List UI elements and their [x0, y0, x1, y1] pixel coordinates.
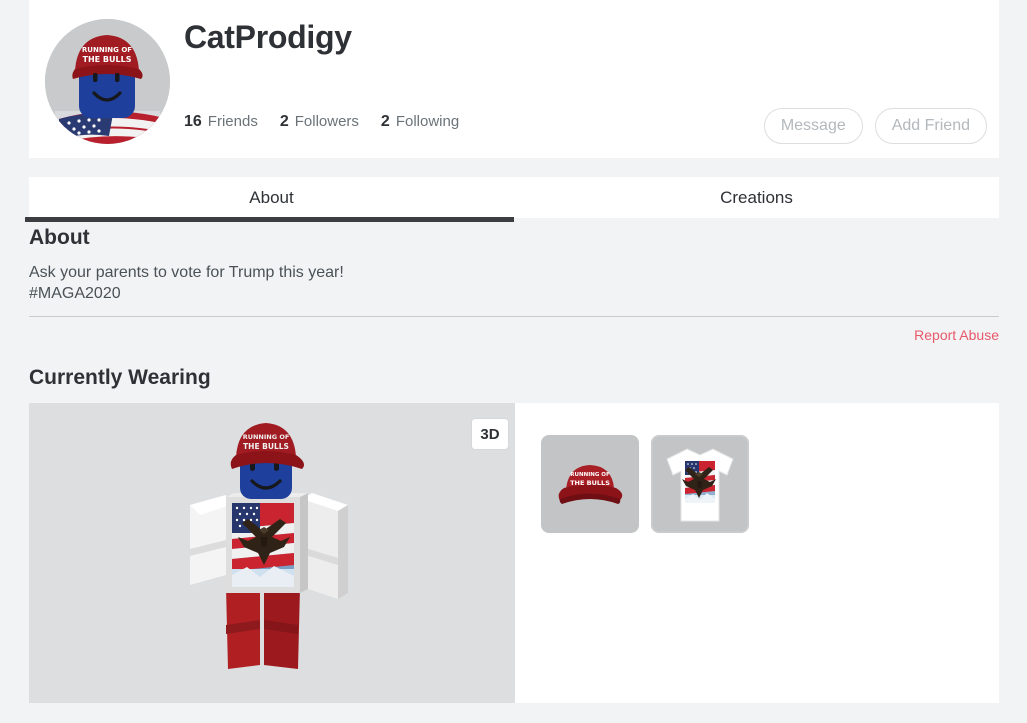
- avatar[interactable]: RUNNING OF THE BULLS: [45, 19, 170, 144]
- svg-text:THE BULLS: THE BULLS: [570, 479, 610, 487]
- currently-wearing-card: 3D RUNNING OF THE BULLS RUNNING OF THE B…: [29, 403, 999, 703]
- svg-text:THE BULLS: THE BULLS: [83, 55, 132, 64]
- stat-following[interactable]: 2 Following: [381, 113, 459, 131]
- message-button[interactable]: Message: [763, 108, 863, 144]
- american-flag-eagle-shirt-icon: [666, 448, 734, 522]
- report-abuse-row: Report Abuse: [29, 327, 999, 345]
- view-3d-toggle-button[interactable]: 3D: [471, 418, 509, 450]
- profile-tabs: About Creations: [25, 177, 999, 222]
- worn-item-shirt[interactable]: [651, 435, 749, 533]
- stat-followers-label: Followers: [294, 113, 359, 130]
- profile-action-buttons: Message Add Friend: [763, 108, 987, 144]
- report-abuse-link[interactable]: Report Abuse: [914, 327, 999, 343]
- svg-text:RUNNING OF: RUNNING OF: [243, 433, 290, 441]
- page-title: CatProdigy: [184, 19, 352, 55]
- worn-items-list: RUNNING OF THE BULLS: [515, 403, 999, 703]
- svg-text:THE BULLS: THE BULLS: [243, 442, 289, 451]
- tab-about[interactable]: About: [25, 177, 514, 222]
- stat-following-count: 2: [380, 113, 390, 130]
- profile-stats: 16 Friends 2 Followers 2 Following: [184, 113, 481, 131]
- profile-header-card: RUNNING OF THE BULLS CatProdigy 16 Frien…: [29, 0, 999, 158]
- stat-followers-count: 2: [279, 113, 289, 130]
- svg-text:RUNNING OF: RUNNING OF: [570, 472, 610, 478]
- svg-text:RUNNING OF: RUNNING OF: [82, 46, 132, 54]
- profile-page: RUNNING OF THE BULLS CatProdigy 16 Frien…: [0, 0, 1027, 723]
- stat-friends-label: Friends: [207, 113, 258, 130]
- currently-wearing-heading: Currently Wearing: [29, 366, 211, 389]
- about-section: About Ask your parents to vote for Trump…: [29, 226, 999, 345]
- tab-creations[interactable]: Creations: [514, 177, 999, 218]
- about-description: Ask your parents to vote for Trump this …: [29, 264, 344, 302]
- avatar-viewport[interactable]: 3D RUNNING OF THE BULLS: [29, 403, 515, 703]
- avatar-headshot-icon: RUNNING OF THE BULLS: [45, 19, 170, 144]
- stat-followers[interactable]: 2 Followers: [280, 113, 359, 131]
- stat-friends-count: 16: [184, 113, 202, 130]
- worn-item-cap[interactable]: RUNNING OF THE BULLS: [541, 435, 639, 533]
- stat-friends[interactable]: 16 Friends: [184, 113, 258, 131]
- running-of-the-bulls-cap-icon: RUNNING OF THE BULLS: [558, 465, 623, 504]
- about-heading: About: [29, 226, 90, 249]
- stat-following-label: Following: [395, 113, 460, 130]
- add-friend-button[interactable]: Add Friend: [874, 108, 987, 144]
- about-divider: [29, 316, 999, 317]
- avatar-full-body-render: RUNNING OF THE BULLS: [190, 423, 348, 669]
